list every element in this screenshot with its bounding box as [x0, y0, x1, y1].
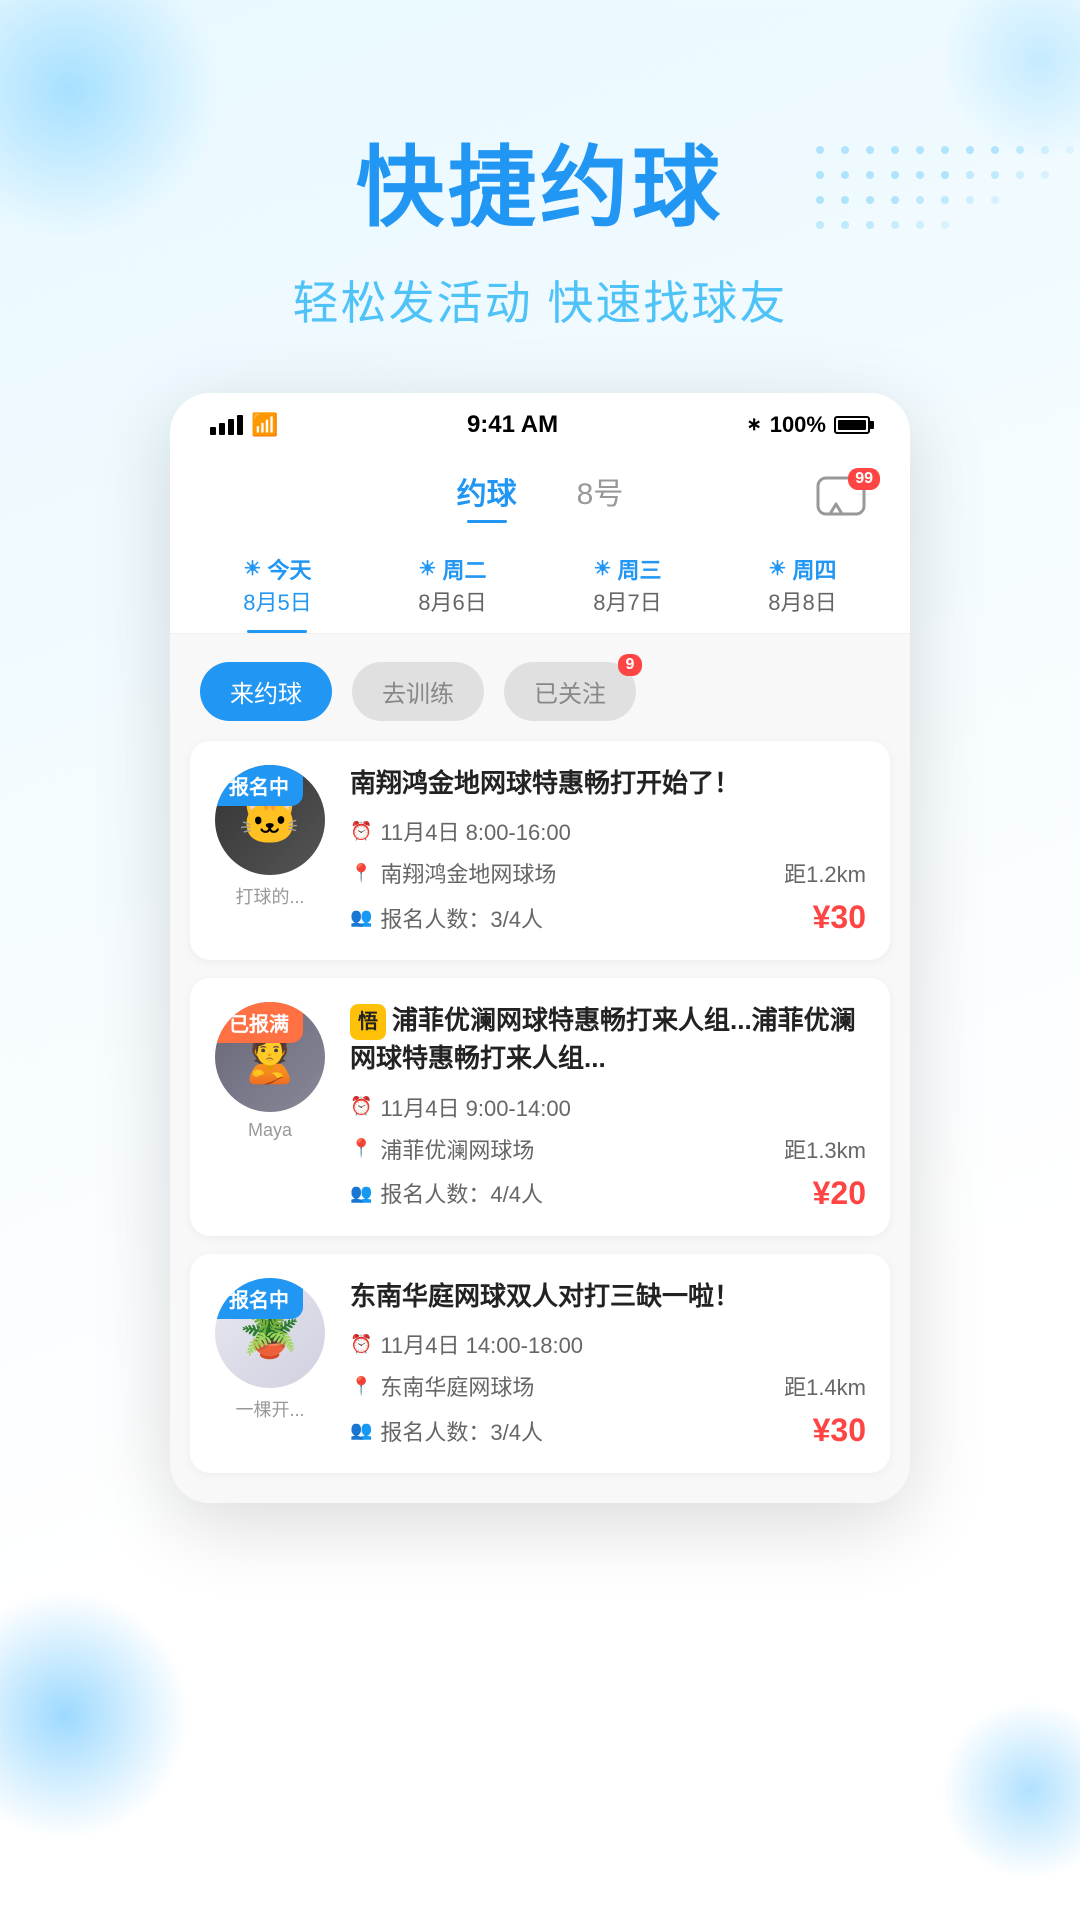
location-icon-2: 📍 [350, 1376, 372, 1397]
phone-mockup: 📶 9:41 AM ∗ 100% 约球 8号 99 [170, 393, 910, 1503]
card-content-1: 悟浦菲优澜网球特惠畅打来人组...浦菲优澜网球特惠畅打来人组... ⏰ 11月4… [350, 1002, 866, 1212]
card-0[interactable]: 报名中 🐱 打球的... 南翔鸿金地网球特惠畅打开始了！ ⏰ 11月4日 8:0… [190, 741, 890, 960]
date-tab-2[interactable]: ☀ 周三 8月7日 [583, 543, 671, 633]
bg-decoration-bl [0, 1590, 190, 1840]
filter-section: 来约球 去训练 已关注 9 [170, 634, 910, 741]
dot-pattern-decoration [800, 130, 1080, 250]
card-reg-1: 👥 报名人数：4/4人 ¥20 [350, 1175, 866, 1212]
date-tab-1[interactable]: ☀ 周二 8月6日 [408, 543, 496, 633]
card-info-1: ⏰ 11月4日 9:00-14:00 📍 浦菲优澜网球场 距1.3km 👥 [350, 1091, 866, 1212]
date-num-0: 8月5日 [243, 585, 311, 617]
card-reg-0: 👥 报名人数：3/4人 ¥30 [350, 899, 866, 936]
people-icon-2: 👥 [350, 1420, 372, 1441]
sun-icon-0: ☀ [244, 556, 262, 581]
date-day-0: ☀ 今天 [244, 553, 312, 585]
status-bar: 📶 9:41 AM ∗ 100% [170, 393, 910, 449]
sun-icon-2: ☀ [594, 556, 612, 581]
card-venue-0: 📍 南翔鸿金地网球场 距1.2km [350, 857, 866, 889]
date-num-3: 8月8日 [768, 585, 836, 617]
people-icon-1: 👥 [350, 1183, 372, 1204]
people-icon-0: 👥 [350, 907, 372, 928]
card-title-2: 东南华庭网球双人对打三缺一啦！ [350, 1278, 866, 1314]
clock-icon-2: ⏰ [350, 1334, 372, 1355]
card-info-0: ⏰ 11月4日 8:00-16:00 📍 南翔鸿金地网球场 距1.2km 👥 [350, 815, 866, 936]
card-left-2: 报名中 🪴 一棵开... [210, 1278, 330, 1449]
status-time: 9:41 AM [467, 411, 558, 439]
filter-btn-2[interactable]: 已关注 [504, 662, 636, 721]
date-tab-0[interactable]: ☀ 今天 8月5日 [233, 543, 321, 633]
tab-8hao[interactable]: 8号 [577, 469, 624, 523]
card-datetime-2: ⏰ 11月4日 14:00-18:00 [350, 1328, 866, 1360]
status-left: 📶 [210, 412, 278, 438]
tab-yuqiu[interactable]: 约球 [457, 469, 517, 523]
chat-badge: 99 [848, 468, 880, 490]
battery-icon [834, 416, 870, 434]
nav-tabs: 约球 8号 99 [170, 449, 910, 533]
date-tabs: ☀ 今天 8月5日 ☀ 周二 8月6日 ☀ 周三 8月7日 ☀ 周四 8月8日 [170, 533, 910, 634]
date-day-1: ☀ 周二 [419, 553, 487, 585]
clock-icon-0: ⏰ [350, 821, 372, 842]
card-left-0: 报名中 🐱 打球的... [210, 765, 330, 936]
card-title-0: 南翔鸿金地网球特惠畅打开始了！ [350, 765, 866, 801]
sun-icon-1: ☀ [419, 556, 437, 581]
date-day-2: ☀ 周三 [594, 553, 662, 585]
card-venue-1: 📍 浦菲优澜网球场 距1.3km [350, 1133, 866, 1165]
date-day-3: ☀ 周四 [769, 553, 837, 585]
card-title-1: 悟浦菲优澜网球特惠畅打来人组...浦菲优澜网球特惠畅打来人组... [350, 1002, 866, 1077]
status-badge-0: 报名中 [215, 765, 303, 806]
location-icon-0: 📍 [350, 863, 372, 884]
date-num-1: 8月6日 [418, 585, 486, 617]
card-user-1: Maya [248, 1120, 292, 1141]
card-price-1: ¥20 [813, 1175, 866, 1212]
filter-badge-2: 9 [618, 654, 642, 676]
card-price-0: ¥30 [813, 899, 866, 936]
card-datetime-1: ⏰ 11月4日 9:00-14:00 [350, 1091, 866, 1123]
status-badge-1: 已报满 [215, 1002, 303, 1043]
date-num-2: 8月7日 [593, 585, 661, 617]
status-badge-2: 报名中 [215, 1278, 303, 1319]
status-right: ∗ 100% [747, 412, 870, 438]
signal-icon [210, 415, 243, 435]
card-venue-2: 📍 东南华庭网球场 距1.4km [350, 1370, 866, 1402]
card-2[interactable]: 报名中 🪴 一棵开... 东南华庭网球双人对打三缺一啦！ ⏰ 11月4日 14:… [190, 1254, 890, 1473]
sun-icon-3: ☀ [769, 556, 787, 581]
card-price-2: ¥30 [813, 1412, 866, 1449]
card-avatar-0: 报名中 🐱 [215, 765, 325, 875]
card-user-2: 一棵开... [235, 1396, 304, 1422]
cards-section: 报名中 🐱 打球的... 南翔鸿金地网球特惠畅打开始了！ ⏰ 11月4日 8:0… [170, 741, 910, 1503]
card-reg-2: 👥 报名人数：3/4人 ¥30 [350, 1412, 866, 1449]
wifi-icon: 📶 [251, 412, 278, 438]
bg-decoration-br [940, 1700, 1080, 1880]
sub-title: 轻松发活动 快速找球友 [0, 267, 1080, 333]
card-left-1: 已报满 🙎 Maya [210, 1002, 330, 1212]
org-icon-1: 悟 [350, 1004, 386, 1040]
date-tab-3[interactable]: ☀ 周四 8月8日 [758, 543, 846, 633]
card-datetime-0: ⏰ 11月4日 8:00-16:00 [350, 815, 866, 847]
chat-nav-icon[interactable]: 99 [816, 476, 870, 526]
clock-icon-1: ⏰ [350, 1096, 372, 1117]
card-content-2: 东南华庭网球双人对打三缺一啦！ ⏰ 11月4日 14:00-18:00 📍 东南… [350, 1278, 866, 1449]
battery-percent: 100% [770, 412, 826, 438]
card-content-0: 南翔鸿金地网球特惠畅打开始了！ ⏰ 11月4日 8:00-16:00 📍 南翔鸿… [350, 765, 866, 936]
card-1[interactable]: 已报满 🙎 Maya 悟浦菲优澜网球特惠畅打来人组...浦菲优澜网球特惠畅打来人… [190, 978, 890, 1236]
location-icon-1: 📍 [350, 1138, 372, 1159]
card-avatar-1: 已报满 🙎 [215, 1002, 325, 1112]
card-info-2: ⏰ 11月4日 14:00-18:00 📍 东南华庭网球场 距1.4km 👥 [350, 1328, 866, 1449]
bluetooth-icon: ∗ [747, 414, 762, 435]
filter-btn-wrap-2: 已关注 9 [504, 662, 636, 721]
card-user-0: 打球的... [235, 883, 304, 909]
filter-btn-0[interactable]: 来约球 [200, 662, 332, 721]
card-avatar-2: 报名中 🪴 [215, 1278, 325, 1388]
filter-btn-1[interactable]: 去训练 [352, 662, 484, 721]
